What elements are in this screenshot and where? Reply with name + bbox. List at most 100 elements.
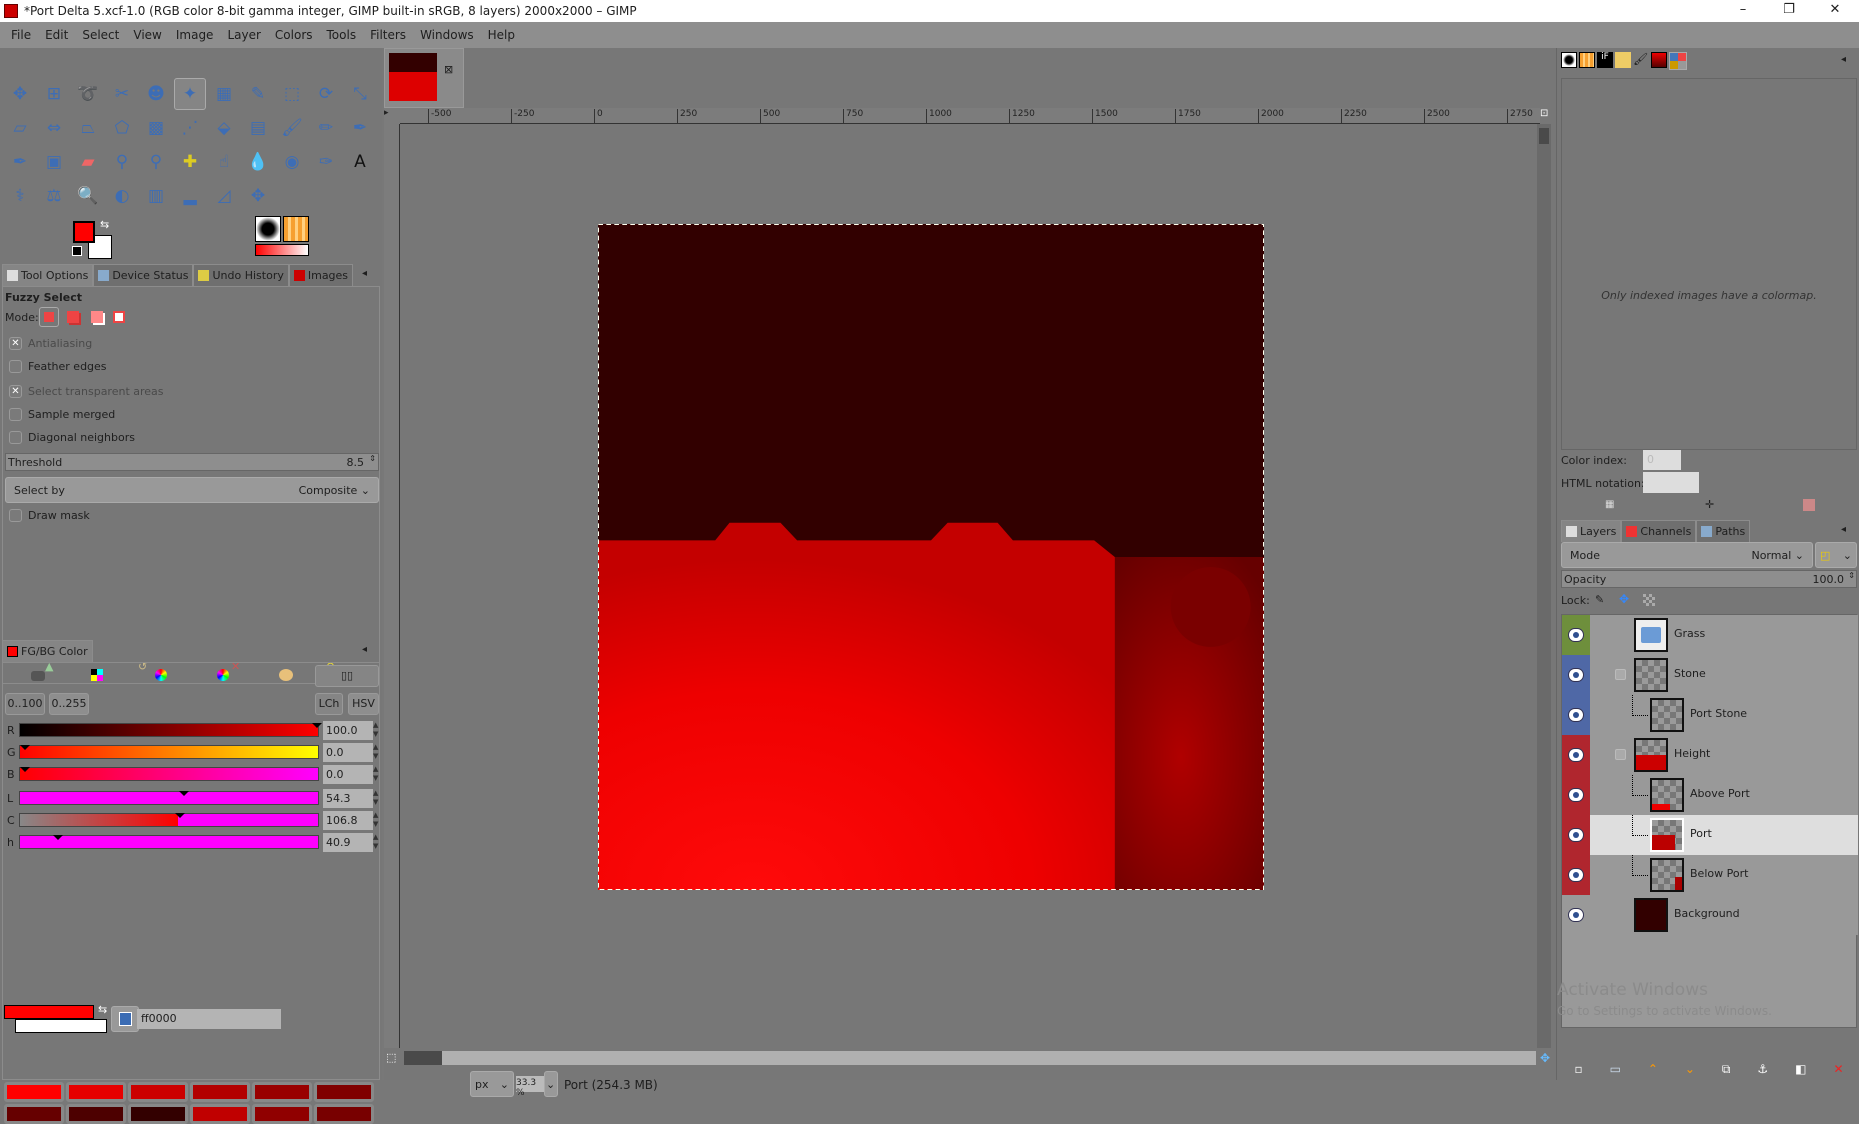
image-tab[interactable]: ⊠: [384, 48, 464, 108]
slider-marker[interactable]: [178, 791, 189, 796]
quick-mask-icon[interactable]: ▸: [384, 108, 400, 124]
free-select-tool-icon[interactable]: ➰: [72, 78, 104, 110]
spin-icon[interactable]: ⇕: [369, 454, 376, 463]
layer-mask-icon[interactable]: ◧: [1795, 1062, 1806, 1077]
airbrush-tool-icon[interactable]: ✒: [344, 112, 376, 144]
zoom-fit-icon[interactable]: ⊡: [1540, 108, 1554, 124]
checkbox-box[interactable]: ✕: [9, 337, 22, 350]
watercolor-selector-icon[interactable]: [155, 669, 167, 681]
curves-tool-icon[interactable]: ◿: [208, 180, 240, 212]
clone-tool-icon[interactable]: ⚲: [106, 146, 138, 178]
layer-row[interactable]: Height: [1562, 735, 1858, 775]
mode-replace-button[interactable]: [39, 307, 59, 327]
spin-icon[interactable]: ▲ ▼: [373, 833, 383, 852]
mode-add-button[interactable]: [67, 311, 79, 323]
color-history-swatch[interactable]: [66, 1104, 126, 1124]
slider-marker[interactable]: [53, 835, 64, 840]
unified-transform-tool-icon[interactable]: ⬚: [276, 78, 308, 110]
raise-layer-icon[interactable]: ⌃: [1648, 1062, 1658, 1077]
menu-view[interactable]: View: [126, 28, 168, 42]
scale-tool-icon[interactable]: ⤡: [344, 78, 376, 110]
scissors-select-tool-icon[interactable]: ✂: [106, 78, 138, 110]
menu-image[interactable]: Image: [169, 28, 221, 42]
images-tab-icon[interactable]: [1615, 52, 1631, 68]
checkbox-box[interactable]: [9, 431, 22, 444]
layer-row[interactable]: Below Port: [1562, 855, 1858, 895]
horizontal-ruler[interactable]: -500 -250 0 250 500 750 1000 1250 1500 1750 2000 22…: [400, 108, 1540, 124]
tab-tool-options[interactable]: Tool Options: [2, 264, 94, 286]
lock-position-icon[interactable]: ✥: [1619, 592, 1629, 606]
ink-tool-icon[interactable]: ✒: [4, 146, 36, 178]
zoom-dropdown[interactable]: ⌄: [544, 1071, 558, 1097]
text-tool-icon[interactable]: A: [344, 146, 376, 178]
layer-row[interactable]: Grass: [1562, 615, 1858, 655]
color-slider-g[interactable]: G 0.0 ▲ ▼: [7, 743, 381, 763]
color-history-swatch[interactable]: [4, 1104, 64, 1124]
delete-layer-icon[interactable]: ✕: [1833, 1062, 1843, 1077]
swap-colors-icon[interactable]: ⇆: [98, 1003, 107, 1016]
align-tool-icon[interactable]: ⊞: [38, 78, 70, 110]
menu-layer[interactable]: Layer: [220, 28, 267, 42]
rotate-tool-icon[interactable]: ⟳: [310, 78, 342, 110]
range-0-100-button[interactable]: 0..100: [5, 693, 45, 715]
visibility-eye-icon[interactable]: [1568, 868, 1584, 882]
threshold-value[interactable]: 8.5: [347, 456, 365, 469]
color-history-swatch[interactable]: [314, 1082, 374, 1102]
checkbox-box[interactable]: ✕: [9, 385, 22, 398]
channel-value[interactable]: 0.0: [323, 743, 373, 762]
move-selection-tool-icon[interactable]: ✥: [242, 180, 274, 212]
visibility-eye-icon[interactable]: [1568, 708, 1584, 722]
tab-paths[interactable]: Paths: [1696, 520, 1751, 542]
flip-tool-icon[interactable]: ⇔: [38, 112, 70, 144]
color-history-swatch[interactable]: [190, 1104, 250, 1124]
checkbox-box[interactable]: [9, 509, 22, 522]
perspective-clone-tool-icon[interactable]: ⚲: [140, 146, 172, 178]
visibility-eye-icon[interactable]: [1568, 788, 1584, 802]
zoom-input[interactable]: 33.3 %: [516, 1076, 544, 1098]
color-history-swatch[interactable]: [128, 1104, 188, 1124]
delete-color-icon[interactable]: [1803, 499, 1815, 511]
duplicate-layer-icon[interactable]: ⧉: [1722, 1062, 1731, 1077]
select-by-color-tool-icon[interactable]: ▦: [208, 78, 240, 110]
color-picker-tool-icon[interactable]: ⚕: [4, 180, 36, 212]
color-slider-b[interactable]: B 0.0 ▲ ▼: [7, 765, 381, 785]
lock-pixels-icon[interactable]: ✎: [1595, 593, 1604, 606]
spin-icon[interactable]: ▲ ▼: [373, 765, 383, 784]
layer-mode-dropdown[interactable]: Mode Normal ⌄: [1561, 542, 1813, 568]
close-button[interactable]: ✕: [1812, 0, 1858, 22]
new-layer-icon[interactable]: ▫: [1574, 1062, 1582, 1077]
default-colors-icon[interactable]: [72, 246, 82, 256]
color-picker-button[interactable]: [111, 1006, 139, 1032]
tab-device-status[interactable]: Device Status: [93, 264, 194, 286]
visibility-eye-icon[interactable]: [1568, 668, 1584, 682]
checkbox-box[interactable]: [9, 360, 22, 373]
checkbox-box[interactable]: [9, 408, 22, 421]
spin-icon[interactable]: ▲ ▼: [373, 743, 383, 762]
composite-mode-dropdown[interactable]: ◰ ⌄: [1815, 542, 1857, 568]
cage-transform-tool-icon[interactable]: ⬠: [106, 112, 138, 144]
slider-track[interactable]: [19, 791, 319, 805]
select-by-dropdown[interactable]: Select by Composite ⌄: [5, 477, 379, 503]
fuzzy-select-tool-icon[interactable]: ✦: [174, 78, 206, 110]
navigate-icon[interactable]: ✥: [1540, 1051, 1550, 1065]
vertical-scrollbar[interactable]: [1537, 124, 1551, 1048]
color-history-swatch[interactable]: [128, 1082, 188, 1102]
mode-subtract-button[interactable]: [91, 311, 103, 323]
color-history-swatch[interactable]: [190, 1082, 250, 1102]
layer-row[interactable]: Background: [1562, 895, 1858, 935]
tab-undo-history[interactable]: Undo History: [193, 264, 289, 286]
hsv-button[interactable]: HSV: [348, 693, 379, 715]
scrollbar-thumb[interactable]: [404, 1051, 442, 1065]
paint-dynamics-tab-icon[interactable]: 🖌: [1633, 52, 1649, 68]
layer-row[interactable]: Stone: [1562, 655, 1858, 695]
draw-mask-checkbox[interactable]: Draw mask: [9, 509, 90, 522]
handle-transform-tool-icon[interactable]: ⋰: [174, 112, 206, 144]
visibility-eye-icon[interactable]: [1568, 908, 1584, 922]
move-tool-icon[interactable]: ✥: [4, 78, 36, 110]
foreground-select-tool-icon[interactable]: ☻: [140, 78, 172, 110]
palette-selector-icon[interactable]: [279, 669, 293, 681]
tab-layers[interactable]: Layers: [1561, 520, 1622, 542]
diagonal-neighbors-checkbox[interactable]: Diagonal neighbors: [9, 431, 135, 444]
slider-marker[interactable]: [20, 767, 30, 772]
menu-filters[interactable]: Filters: [363, 28, 413, 42]
